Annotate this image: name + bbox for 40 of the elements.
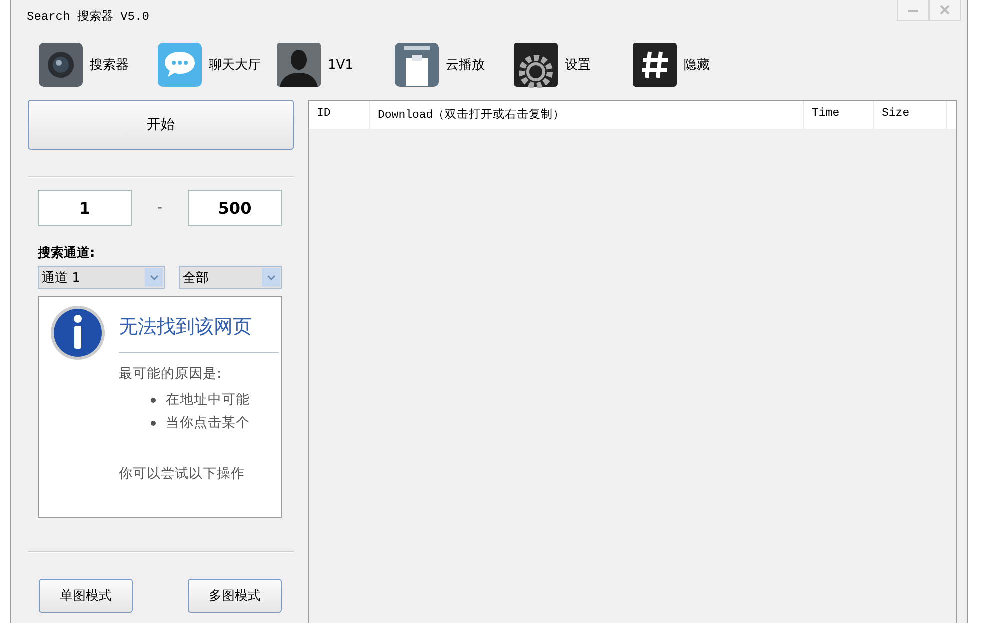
range-to-field[interactable]: 500 [188,190,282,226]
reasons-title: 最可能的原因是: [119,365,223,383]
column-header[interactable]: Time [804,101,874,129]
error-heading: 无法找到该网页 [119,315,253,340]
column-header[interactable]: Download（双击打开或右击复制） [370,101,804,129]
close-icon [940,5,950,15]
chevron-down-icon [150,274,158,280]
chevron-down-icon [266,274,276,280]
toolbar-button[interactable]: 隐藏 [632,42,751,88]
bullet-icon [151,421,156,426]
reason-item: 在地址中可能 [166,391,250,410]
channel-label: 搜索通道: [38,244,96,262]
toolbar-button[interactable]: 1V1 [276,42,394,88]
start-button[interactable]: 开始 [28,100,294,150]
toolbar-button[interactable]: 云播放 [394,42,513,88]
mode-button[interactable]: 单图模式 [39,579,133,613]
info-icon [50,305,106,361]
person-silhouette-icon [276,42,322,88]
camera-icon [38,42,84,88]
toolbar-button[interactable]: 设置 [513,42,632,88]
minimize-icon [908,8,918,12]
channel-dropdown[interactable]: 通道 1 [38,266,165,289]
minimize-button[interactable] [897,0,929,21]
suggestion-text: 你可以尝试以下操作 [119,465,246,483]
column-header[interactable]: Size [874,101,947,129]
scope-dropdown[interactable]: 全部 [179,266,282,289]
gear-icon [513,42,559,88]
range-from-field[interactable]: 1 [38,190,132,226]
window-title: Search 搜索器 V5.0 [26,9,150,25]
chat-bubble-icon [157,42,203,88]
toolbar-button[interactable]: 聊天大厅 [157,42,276,88]
reason-item: 当你点击某个 [166,414,250,433]
clipboard-icon [394,42,440,88]
range-separator: - [157,200,163,216]
close-button[interactable] [929,0,961,21]
mode-button[interactable]: 多图模式 [188,579,282,613]
bullet-icon [151,398,156,403]
hash-icon [632,42,678,88]
toolbar-button[interactable]: 搜索器 [38,42,157,88]
column-header[interactable]: ID [309,101,370,129]
